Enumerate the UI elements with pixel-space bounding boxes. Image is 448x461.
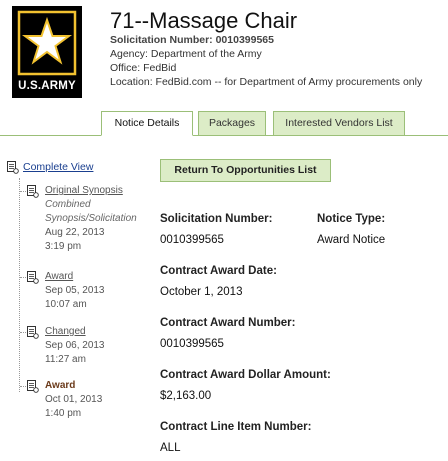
history-item-subtitle: Combined <box>45 199 91 210</box>
history-item-title[interactable]: Original Synopsis <box>45 184 137 198</box>
field-label: Notice Type: <box>317 213 386 225</box>
history-item-date: Aug 22, 2013 <box>45 227 105 238</box>
field-value: October 1, 2013 <box>160 286 243 298</box>
history-item-date: Sep 05, 2013 <box>45 285 105 296</box>
field-label: Solicitation Number: <box>160 213 273 225</box>
solicitation-line: Solicitation Number: 0010399565 <box>110 34 274 46</box>
contract-award-dollar-amount-field: Contract Award Dollar Amount: $2,163.00 <box>160 368 331 403</box>
office-line: Office: FedBid <box>110 62 177 74</box>
notice-meta: Solicitation Number: 0010399565 Agency: … <box>110 33 422 89</box>
document-icon <box>27 185 39 198</box>
document-icon <box>7 161 19 174</box>
tab-packages[interactable]: Packages <box>198 111 266 136</box>
document-icon <box>27 271 39 284</box>
history-item-time: 1:40 pm <box>45 408 82 419</box>
history-item-title[interactable]: Award <box>45 270 105 284</box>
field-value: $2,163.00 <box>160 390 212 402</box>
field-value: Award Notice <box>317 234 386 246</box>
return-to-opportunities-button[interactable]: Return To Opportunities List <box>160 159 331 182</box>
history-item-original-synopsis[interactable]: Original Synopsis Combined Synopsis/Soli… <box>20 184 146 260</box>
history-item-date: Oct 01, 2013 <box>45 394 103 405</box>
history-item-subtitle: Synopsis/Solicitation <box>45 213 137 224</box>
field-value: 0010399565 <box>160 234 224 246</box>
history-item-date: Sep 06, 2013 <box>45 340 105 351</box>
agency-line: Agency: Department of the Army <box>110 48 262 60</box>
history-item-title: Award <box>45 380 76 391</box>
logo-text: U.S.ARMY <box>18 80 76 92</box>
history-item-time: 10:07 am <box>45 299 87 310</box>
history-item-award-current[interactable]: Award Oct 01, 2013 1:40 pm <box>20 379 146 423</box>
field-value: ALL <box>160 442 181 454</box>
history-item-award[interactable]: Award Sep 05, 2013 10:07 am <box>20 270 146 314</box>
field-label: Contract Award Dollar Amount: <box>160 369 331 381</box>
star-icon <box>17 10 77 76</box>
document-icon <box>27 380 39 393</box>
contract-award-date-field: Contract Award Date: October 1, 2013 <box>160 264 277 299</box>
army-logo: U.S.ARMY <box>12 6 82 98</box>
history-item-time: 3:19 pm <box>45 241 82 252</box>
contract-award-number-field: Contract Award Number: 0010399565 <box>160 316 295 351</box>
tab-interested-vendors-list[interactable]: Interested Vendors List <box>273 111 405 136</box>
complete-view-label: Complete View <box>23 161 94 173</box>
document-icon <box>27 326 39 339</box>
solicitation-number-field: Solicitation Number: 0010399565 <box>160 212 272 247</box>
complete-view-link[interactable]: Complete View <box>6 160 93 174</box>
history-item-changed[interactable]: Changed Sep 06, 2013 11:27 am <box>20 325 146 369</box>
field-label: Contract Award Date: <box>160 265 277 277</box>
tab-notice-details[interactable]: Notice Details <box>101 111 193 136</box>
history-item-title[interactable]: Changed <box>45 325 105 339</box>
field-label: Contract Line Item Number: <box>160 421 312 433</box>
page-title: 71--Massage Chair <box>110 8 298 33</box>
contract-line-item-number-field: Contract Line Item Number: ALL <box>160 420 311 455</box>
field-value: 0010399565 <box>160 338 224 350</box>
notice-type-field: Notice Type: Award Notice <box>317 212 385 247</box>
field-label: Contract Award Number: <box>160 317 296 329</box>
location-line: Location: FedBid.com -- for Department o… <box>110 76 423 88</box>
history-item-time: 11:27 am <box>45 354 86 365</box>
